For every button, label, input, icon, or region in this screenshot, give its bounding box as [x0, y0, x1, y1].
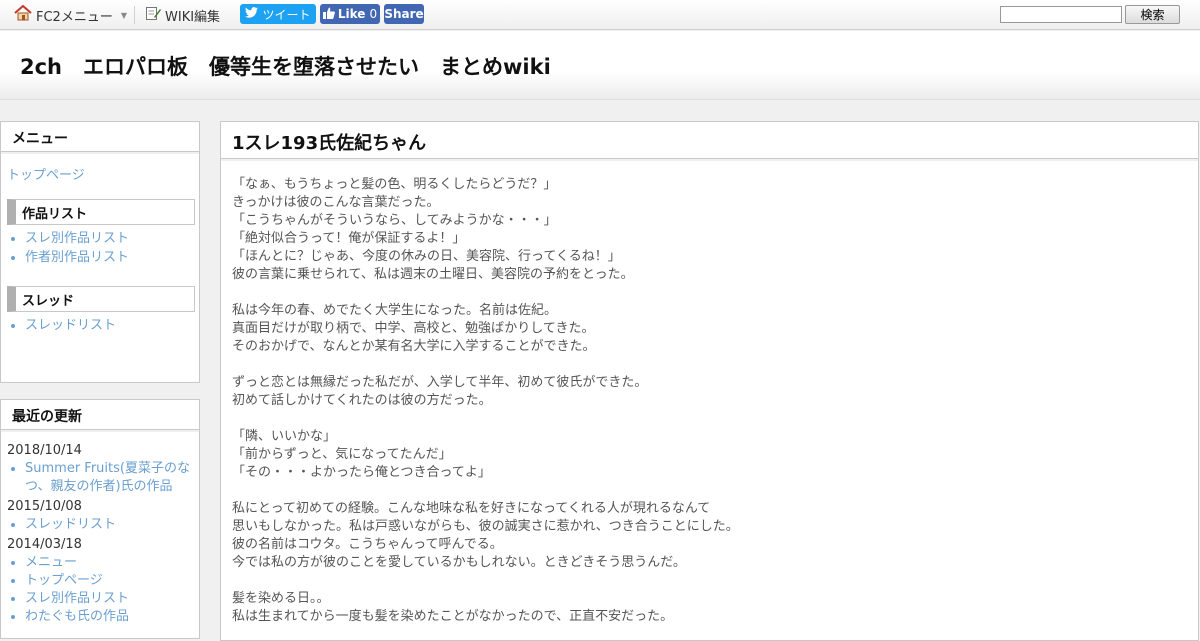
- article-line: 「こうちゃんがそういうなら、してみようかな・・・」: [232, 213, 557, 228]
- update-date: 2018/10/14: [7, 443, 82, 458]
- update-date: 2014/03/18: [7, 537, 82, 552]
- site-title[interactable]: 2ch エロパロ板 優等生を堕落させたい まとめwiki: [20, 51, 551, 81]
- recent-update-link[interactable]: わたぐも氏の作品: [25, 609, 129, 624]
- article-line: 彼の言葉に乗せられて、私は週末の土曜日、美容院の予約をとった。: [232, 267, 634, 282]
- article-title: 1スレ193氏佐紀ちゃん: [221, 122, 1198, 159]
- article-line: [232, 356, 1172, 374]
- recent-update-link[interactable]: メニュー: [25, 555, 77, 570]
- fc2-menu-button[interactable]: FC2メニュー ▼: [14, 4, 127, 25]
- article-line: 私にとって初めての経験。こんな地味な私を好きになってくれる人が現れるなんて: [232, 501, 711, 516]
- article-line: 「絶対似合うって！俺が保証するよ！」: [232, 231, 466, 246]
- share-label: Share: [384, 7, 424, 21]
- list-item: スレッドリスト: [25, 516, 197, 534]
- wiki-edit-button[interactable]: WIKI編集: [145, 5, 220, 25]
- recent-updates-title: 最近の更新: [1, 400, 199, 430]
- menu-title: メニュー: [1, 122, 199, 152]
- thread-heading: スレッド: [7, 286, 195, 312]
- update-date: 2015/10/08: [7, 499, 82, 514]
- sidebar-menu-panel: メニュー トップページ 作品リスト スレ別作品リスト 作者別作品リスト スレッド…: [0, 121, 200, 383]
- article-line: 髪を染める日。。: [232, 591, 330, 606]
- list-item: スレ別作品リスト: [25, 590, 197, 608]
- chevron-down-icon: ▼: [120, 10, 127, 20]
- recent-updates-panel: 最近の更新 2018/10/14 Summer Fruits(夏菜子のなつ、親友…: [0, 399, 200, 639]
- article-line: 今では私の方が彼のことを愛しているかもしれない。ときどきそう思うんだ。: [232, 555, 686, 570]
- twitter-bird-icon: [245, 7, 259, 21]
- sidebar-item-works-by-author[interactable]: 作者別作品リスト: [25, 250, 129, 265]
- article-line: 「ほんとに？じゃあ、今度の休みの日、美容院、行ってくるね！」: [232, 249, 621, 264]
- article-panel: 1スレ193氏佐紀ちゃん 「なぁ、もうちょっと髪の色、明るくしたらどうだ？」 き…: [220, 121, 1199, 641]
- article-line: きっかけは彼のこんな言葉だった。: [232, 195, 440, 210]
- list-item: 作者別作品リスト: [25, 248, 129, 267]
- article-line: [232, 572, 1172, 590]
- search-button[interactable]: 検索: [1125, 5, 1180, 24]
- sidebar-item-thread-list[interactable]: スレッドリスト: [25, 318, 116, 333]
- like-label: Like: [337, 7, 366, 21]
- like-count: 0: [369, 7, 378, 21]
- edit-icon: [145, 5, 161, 25]
- article-line: 初めて話しかけてくれたのは彼の方だった。: [232, 393, 492, 408]
- list-item: スレ別作品リスト: [25, 229, 129, 248]
- article-line: [232, 284, 1172, 302]
- list-item: わたぐも氏の作品: [25, 608, 197, 626]
- recent-updates-list: 2018/10/14 Summer Fruits(夏菜子のなつ、親友の作者)氏の…: [7, 440, 197, 626]
- article-line: 「その・・・よかったら俺とつき合ってよ」: [232, 465, 491, 480]
- list-item: メニュー: [25, 554, 197, 572]
- update-group: メニュー トップページ スレ別作品リスト わたぐも氏の作品: [7, 554, 197, 626]
- article-line: 「隣、いいかな」: [232, 429, 337, 444]
- list-item: トップページ: [25, 572, 197, 590]
- recent-update-link[interactable]: スレ別作品リスト: [25, 591, 129, 606]
- article-body: 「なぁ、もうちょっと髪の色、明るくしたらどうだ？」 きっかけは彼のこんな言葉だっ…: [232, 176, 1172, 626]
- article-line: 思いもしなかった。私は戸惑いながらも、彼の誠実さに惹かれ、つき合うことにした。: [232, 519, 739, 534]
- facebook-share-button[interactable]: Share: [384, 4, 424, 24]
- update-group: Summer Fruits(夏菜子のなつ、親友の作者)氏の作品: [7, 460, 197, 496]
- works-list: スレ別作品リスト 作者別作品リスト: [7, 229, 129, 267]
- thumbs-up-icon: [322, 7, 335, 22]
- sidebar-item-top-page[interactable]: トップページ: [7, 164, 85, 183]
- article-line: 「前からずっと、気になってたんだ」: [232, 447, 452, 462]
- article-line: 彼の名前はコウタ。こうちゃんって呼んでる。: [232, 537, 503, 552]
- article-line: [232, 410, 1172, 428]
- article-line: [232, 482, 1172, 500]
- update-group: スレッドリスト: [7, 516, 197, 534]
- article-line: 「なぁ、もうちょっと髪の色、明るくしたらどうだ？」: [232, 177, 557, 192]
- article-line: 私は生まれてから一度も髪を染めたことがなかったので、正直不安だった。: [232, 609, 674, 624]
- article-line: ずっと恋とは無縁だった私だが、入学して半年、初めて彼氏ができた。: [232, 375, 648, 390]
- recent-update-link[interactable]: Summer Fruits(夏菜子のなつ、親友の作者)氏の作品: [25, 461, 190, 494]
- tweet-button[interactable]: ツイート: [240, 4, 316, 24]
- top-toolbar: FC2メニュー ▼ WIKI編集 ツイート Like 0 Share 検索: [0, 0, 1200, 30]
- list-item: スレッドリスト: [25, 316, 116, 335]
- wiki-edit-label: WIKI編集: [165, 9, 221, 25]
- thread-list: スレッドリスト: [7, 316, 116, 335]
- article-line: そのおかげで、なんとか某有名大学に入学することができた。: [232, 339, 596, 354]
- search-input[interactable]: [1000, 6, 1122, 23]
- facebook-like-button[interactable]: Like 0: [320, 4, 380, 24]
- recent-update-link[interactable]: スレッドリスト: [25, 517, 116, 532]
- article-line: 真面目だけが取り柄で、中学、高校と、勉強ばかりしてきた。: [232, 321, 595, 336]
- home-icon: [14, 4, 32, 25]
- article-line: 私は今年の春、めでたく大学生になった。名前は佐紀。: [232, 303, 558, 318]
- list-item: Summer Fruits(夏菜子のなつ、親友の作者)氏の作品: [25, 460, 197, 496]
- recent-update-link[interactable]: トップページ: [25, 573, 103, 588]
- works-heading: 作品リスト: [7, 199, 195, 225]
- site-header: 2ch エロパロ板 優等生を堕落させたい まとめwiki: [0, 31, 1200, 100]
- fc2-menu-label: FC2メニュー: [36, 9, 113, 25]
- toolbar-divider: [134, 6, 135, 24]
- tweet-label: ツイート: [262, 7, 311, 22]
- sidebar-item-works-by-thread[interactable]: スレ別作品リスト: [25, 231, 129, 246]
